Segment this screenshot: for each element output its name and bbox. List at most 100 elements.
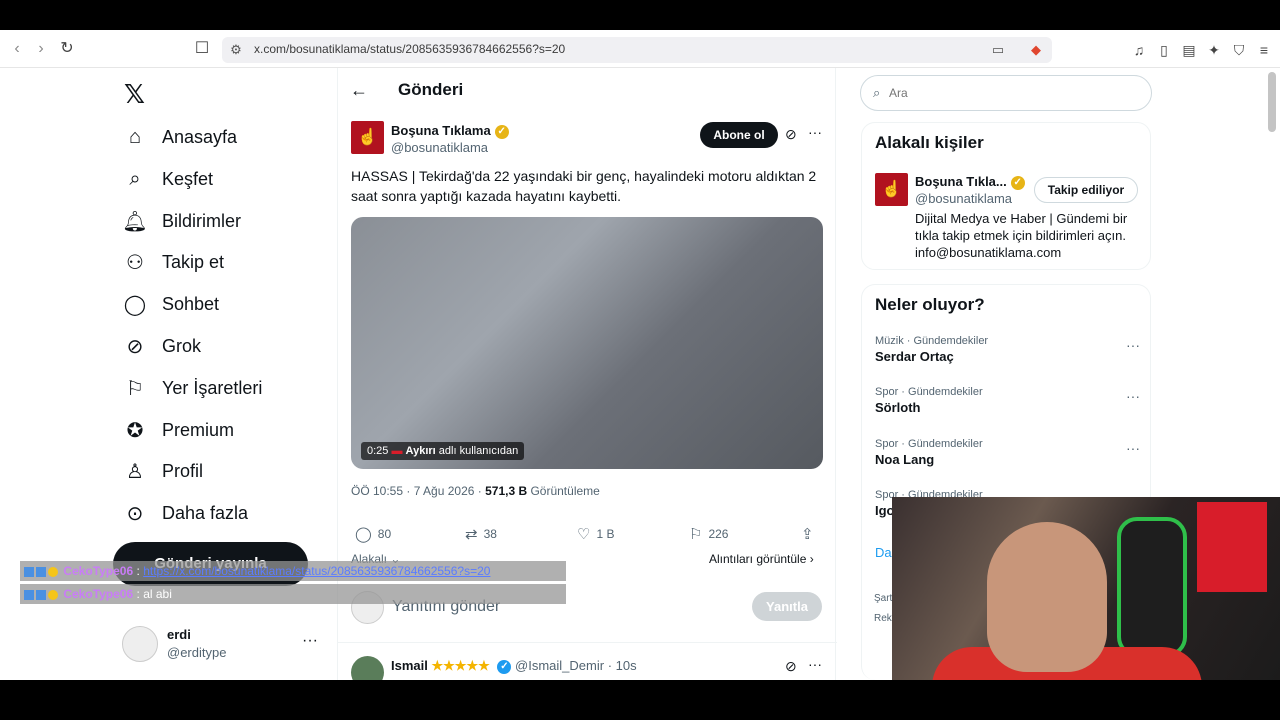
following-button[interactable]: Takip ediliyor	[1034, 177, 1138, 203]
sidebar-item-follow[interactable]: ⚇ Takip et	[122, 247, 224, 277]
sidebar-item-label: Takip et	[162, 251, 225, 272]
chat-link[interactable]: https://x.com/bosunatiklama/status/20856…	[143, 564, 490, 578]
music-icon[interactable]: ♫	[1130, 41, 1148, 59]
chat-text: al abi	[143, 587, 172, 601]
bottom-black-bar	[0, 680, 1280, 720]
sidebar-item-profile[interactable]: ♙ Profil	[122, 456, 203, 486]
sidebar-item-grok[interactable]: ⊘ Grok	[122, 331, 201, 361]
trend-category: Spor · Gündemdekiler	[875, 386, 983, 398]
tweet-author-handle[interactable]: @bosunatiklama	[391, 140, 488, 155]
page-title: Gönderi	[398, 80, 464, 99]
reply-submit-button[interactable]: Yanıtla	[752, 592, 822, 621]
trend-name: Sörloth	[875, 400, 921, 415]
leo-ai-icon[interactable]: ✦	[1205, 41, 1223, 59]
sidebar-item-bookmarks[interactable]: ⚐ Yer İşaretleri	[122, 373, 262, 403]
terms-link[interactable]: Şart	[874, 593, 892, 604]
reply-author[interactable]: Ismail ★★★★★ ✓ @Ismail_Demir · 10s	[391, 658, 637, 674]
account-switcher[interactable]: erdi @erditype ···	[122, 626, 327, 662]
sidebar-item-more[interactable]: ⊙ Daha fazla	[122, 498, 248, 528]
brave-shield-icon[interactable]: ◆	[1028, 42, 1044, 58]
tweet-views: 571,3 B	[485, 484, 528, 498]
sidebar-item-explore[interactable]: ⌕ Keşfet	[122, 164, 213, 194]
grok-icon[interactable]: ⊘	[785, 658, 797, 675]
view-quotes-link[interactable]: Alıntıları görüntüle ›	[709, 552, 814, 566]
like-count: 1 B	[596, 527, 615, 541]
cast-icon[interactable]: ▭	[990, 42, 1006, 58]
bookmark-button[interactable]: ⚐ 226	[689, 525, 728, 543]
tweet-video[interactable]: 0:25 ▬ Aykırı adlı kullanıcıdan	[351, 217, 823, 469]
flag-image	[1197, 502, 1267, 592]
reply-author-avatar[interactable]	[351, 656, 384, 680]
tweet-author-avatar[interactable]: ☝	[351, 121, 384, 154]
badge-icon	[36, 589, 46, 600]
ads-link[interactable]: Rekl	[874, 613, 894, 624]
bookmark-page-icon[interactable]: ☐	[193, 40, 211, 58]
more-dots-icon[interactable]: ···	[1126, 388, 1140, 404]
address-bar[interactable]: ⚙ x.com/bosunatiklama/status/20856359367…	[222, 37, 1052, 63]
url-text: x.com/bosunatiklama/status/2085635936784…	[254, 42, 566, 56]
quotes-label: Alıntıları görüntüle	[709, 552, 807, 566]
person-avatar[interactable]: ☝	[875, 173, 908, 206]
search-box[interactable]: ⌕	[860, 75, 1152, 111]
blue-verified-icon: ✓	[497, 659, 512, 674]
grok-icon[interactable]: ⊘	[785, 126, 797, 143]
video-source-user: Aykırı	[405, 445, 436, 457]
site-info-icon[interactable]: ⚙	[228, 42, 244, 58]
home-icon: ⌂	[128, 125, 142, 148]
trend-name: Serdar Ortaç	[875, 349, 954, 364]
more-dots-icon[interactable]: ···	[1126, 440, 1140, 456]
more-dots-icon[interactable]: ···	[302, 632, 318, 650]
trend-item[interactable]: Müzik · Gündemdekiler Serdar Ortaç ···	[875, 335, 1140, 375]
menu-icon[interactable]: ≡	[1255, 41, 1273, 59]
forward-arrow-icon[interactable]: ›	[32, 40, 50, 58]
video-duration: 0:25	[367, 445, 389, 457]
back-arrow-icon[interactable]: ←	[350, 80, 368, 101]
sidebar-item-chat[interactable]: ◯ Sohbet	[122, 289, 219, 319]
wallet-icon[interactable]: ▤	[1180, 41, 1198, 59]
tweet-actions: ◯ 80 ⇄ 38 ♡ 1 B ⚐ 226 ⇪	[355, 525, 825, 545]
person-add-icon: ⚇	[126, 251, 144, 274]
chat-message: CekoType06 : al abi	[20, 584, 566, 604]
search-icon: ⌕	[129, 167, 141, 190]
flag-icon: ▬	[391, 445, 403, 457]
chevron-right-icon: ›	[809, 552, 814, 566]
trend-item[interactable]: Spor · Gündemdekiler Noa Lang ···	[875, 438, 1140, 478]
reply-button[interactable]: ◯ 80	[355, 525, 391, 543]
sidebar-item-label: Profil	[162, 460, 204, 481]
sidebar-item-label: Daha fazla	[162, 502, 249, 523]
sidebar-item-label: Anasayfa	[162, 126, 238, 147]
video-duration-badge: 0:25 ▬ Aykırı adlı kullanıcıdan	[361, 442, 525, 460]
tweet-author-name[interactable]: Boşuna Tıklama ✓	[391, 123, 509, 139]
person-handle[interactable]: @bosunatiklama	[915, 191, 1012, 206]
more-dots-icon[interactable]: ···	[1126, 337, 1140, 353]
share-button[interactable]: ⇪	[801, 525, 820, 543]
scrollbar[interactable]	[1268, 72, 1276, 132]
x-logo-icon[interactable]: 𝕏	[124, 80, 145, 110]
back-arrow-icon[interactable]: ‹	[8, 40, 26, 58]
chat-username: CekoType06	[63, 564, 134, 578]
more-dots-icon[interactable]: ···	[808, 124, 822, 140]
top-black-bar	[0, 0, 1280, 30]
gold-verified-icon: ✓	[1010, 175, 1025, 190]
more-dots-icon[interactable]: ···	[808, 656, 822, 672]
person-name[interactable]: Boşuna Tıkla... ✓	[915, 174, 1025, 190]
search-input[interactable]	[889, 86, 1089, 100]
like-button[interactable]: ♡ 1 B	[577, 525, 614, 543]
sidebar-item-label: Yer İşaretleri	[162, 377, 263, 398]
grok-icon: ⊘	[126, 335, 144, 358]
vpn-icon[interactable]: ⛉	[1230, 41, 1248, 59]
sidebar-toggle-icon[interactable]: ▯	[1155, 41, 1173, 59]
repost-button[interactable]: ⇄ 38	[465, 525, 497, 543]
badge-icon	[24, 589, 34, 600]
chat-username: CekoType06	[63, 587, 134, 601]
person-bio: Dijital Medya ve Haber | Gündemi bir tık…	[915, 211, 1128, 260]
bookmark-count: 226	[708, 527, 729, 541]
sidebar-item-premium[interactable]: ✪ Premium	[122, 415, 234, 445]
sidebar-item-notifications[interactable]: 🔔︎ Bildirimler	[122, 206, 241, 236]
subscribe-button[interactable]: Abone ol	[700, 122, 778, 148]
reload-icon[interactable]: ↻	[58, 40, 76, 58]
star-emoji-icons: ★★★★★	[431, 658, 490, 673]
sidebar-item-home[interactable]: ⌂ Anasayfa	[122, 122, 237, 152]
trend-item[interactable]: Spor · Gündemdekiler Sörloth ···	[875, 386, 1140, 426]
show-more-link[interactable]: Da	[875, 545, 892, 560]
